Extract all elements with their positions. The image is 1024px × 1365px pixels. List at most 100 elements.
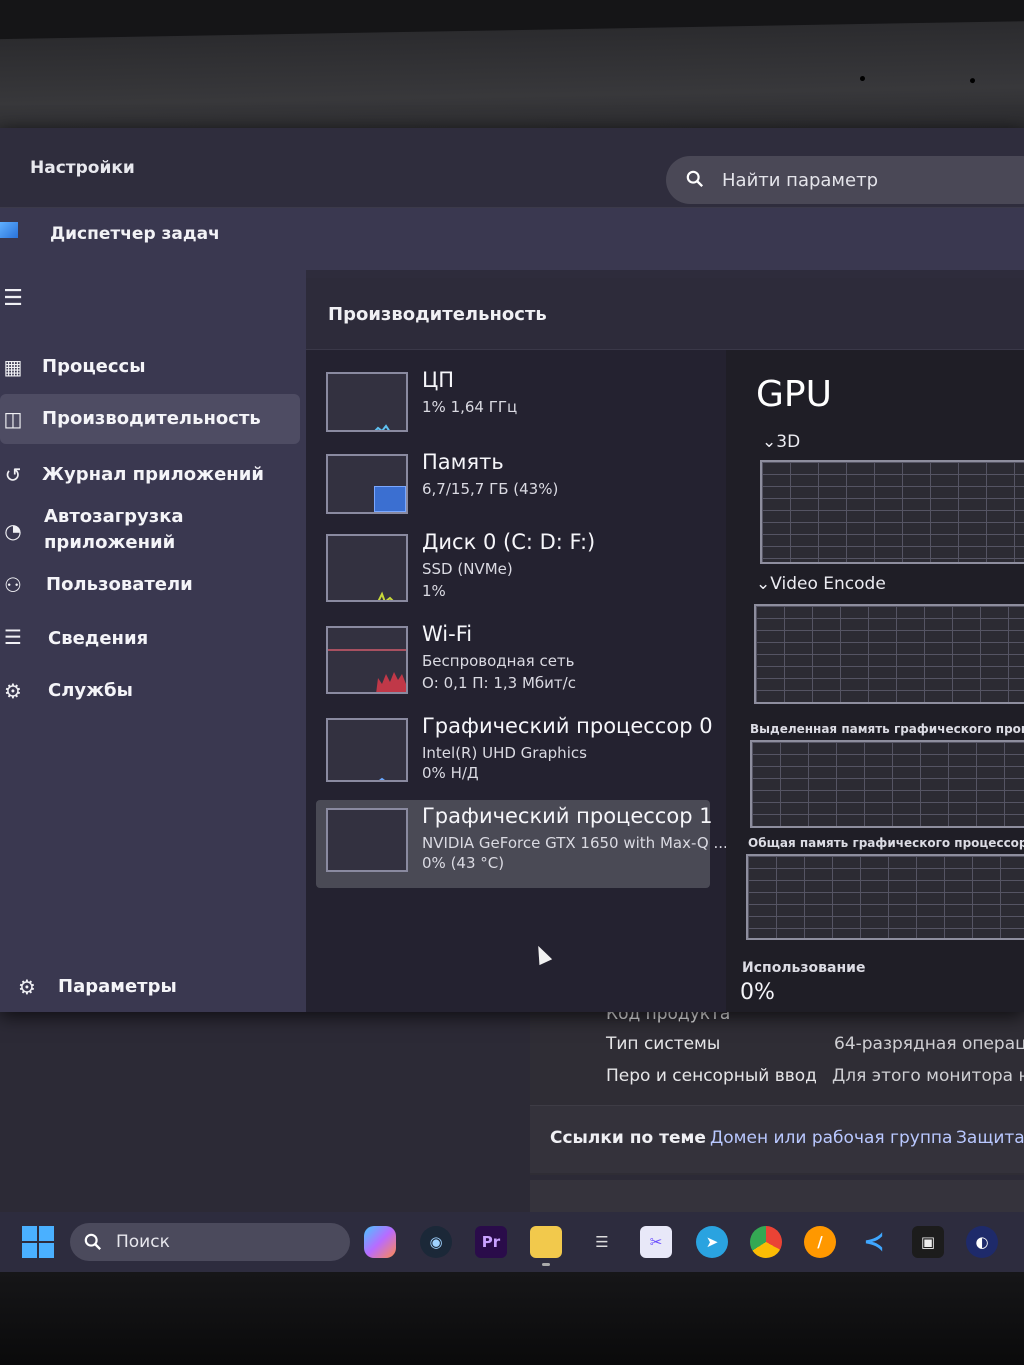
resource-item-memory[interactable]: Память 6,7/15,7 ГБ (43%)	[316, 446, 710, 534]
resource-name: Графический процессор 0	[422, 714, 713, 738]
page-title: Производительность	[328, 304, 547, 325]
resource-item-gpu0[interactable]: Графический процессор 0 Intel(R) UHD Gra…	[316, 710, 713, 798]
resource-stat: О: 0,1 П: 1,3 Мбит/с	[422, 674, 576, 692]
hamburger-icon[interactable]: ☰	[0, 286, 26, 312]
sidebar-item-performance[interactable]: ◫ Производительность	[0, 394, 300, 444]
app-header: Диспетчер задач	[0, 208, 1024, 270]
premiere-icon[interactable]: Pr	[475, 1226, 507, 1258]
sidebar-item-details[interactable]: ☰ Сведения	[0, 612, 300, 662]
chrome-icon[interactable]	[750, 1226, 782, 1258]
bezel-sensor	[860, 75, 865, 82]
graph-selector-3d[interactable]: ⌄3D	[762, 432, 800, 452]
sidebar-item-label: Процессы	[42, 356, 146, 377]
chevron-down-icon: ⌄	[762, 432, 777, 452]
gpu-detail-panel: GPU ⌄3D ⌄Video Encode Выделенная память …	[726, 350, 1024, 1012]
sidebar-item-label: Сведения	[48, 628, 149, 649]
resource-stat: Intel(R) UHD Graphics	[422, 744, 587, 762]
resource-name: ЦП	[422, 368, 455, 392]
gear-icon: ⚙	[18, 975, 36, 999]
search-icon	[686, 170, 704, 188]
sidebar-item-label: Производительность	[42, 408, 261, 429]
sidebar-item-settings[interactable]: ⚙ Параметры	[0, 962, 300, 1012]
row-label: Тип системы	[606, 1034, 721, 1054]
taskbar-search[interactable]: Поиск	[70, 1223, 350, 1261]
sidebar-item-users[interactable]: ⚇ Пользователи	[0, 560, 300, 610]
startup-icon: ◔	[4, 519, 22, 543]
row-value: Для этого монитора нед	[832, 1066, 1024, 1086]
resource-item-wifi[interactable]: Wi-Fi Беспроводная сеть О: 0,1 П: 1,3 Мб…	[316, 618, 710, 706]
sidebar-item-app-history[interactable]: ↺ Журнал приложений	[0, 450, 300, 500]
link-protection[interactable]: Защита с	[956, 1128, 1024, 1148]
dedicated-memory-label: Выделенная память графического процесса	[750, 722, 1024, 736]
resource-list: ЦП 1% 1,64 ГГц Память 6,7/15,7 ГБ (43%)	[306, 350, 728, 1012]
sidebar: ☰ ▦ Процессы ◫ Производительность ↺ Журн…	[0, 270, 306, 1012]
sidebar-item-label: Пользователи	[46, 574, 193, 595]
app-name: Диспетчер задач	[50, 224, 220, 244]
resource-stat: Беспроводная сеть	[422, 652, 575, 670]
file-explorer-icon[interactable]	[530, 1226, 562, 1266]
settings-row-system-type: Тип системы 64-разрядная операцис	[606, 1034, 1024, 1054]
resource-item-cpu[interactable]: ЦП 1% 1,64 ГГц	[316, 364, 710, 452]
windows-start-icon[interactable]	[22, 1226, 54, 1258]
disk-graph-line	[377, 591, 394, 600]
resource-stat: 0% (43 °C)	[422, 854, 505, 872]
resource-name: Память	[422, 450, 504, 474]
task-manager-icon	[0, 222, 18, 238]
settings-title: Настройки	[30, 158, 135, 178]
resource-stat: 1% 1,64 ГГц	[422, 398, 518, 416]
sidebar-item-label: приложений	[44, 532, 176, 553]
graph-label: 3D	[776, 432, 801, 452]
usage-label: Использование	[742, 960, 866, 976]
row-value: 64-разрядная операцис	[834, 1034, 1024, 1054]
resource-item-gpu1[interactable]: Графический процессор 1 NVIDIA GeForce G…	[316, 800, 728, 888]
search-icon	[84, 1233, 102, 1251]
settings-search-input[interactable]: Найти параметр	[666, 156, 1024, 204]
related-links-heading: Ссылки по теме	[550, 1128, 706, 1148]
related-links-bar: Ссылки по теме Домен или рабочая группа …	[530, 1105, 1024, 1173]
resource-stat: 6,7/15,7 ГБ (43%)	[422, 480, 559, 498]
steam-icon[interactable]: ◉	[420, 1226, 452, 1258]
sidebar-item-label: Журнал приложений	[42, 464, 264, 485]
wifi-mini-graph	[326, 626, 408, 694]
cinema4d-icon[interactable]: ◐	[966, 1226, 998, 1258]
mixer-icon[interactable]: ☰	[586, 1226, 618, 1258]
settings-row-pen-touch: Перо и сенсорный ввод Для этого монитора…	[606, 1066, 1024, 1086]
cpu-mini-graph	[326, 372, 408, 432]
snipping-tool-icon[interactable]: ✂	[640, 1226, 672, 1258]
processes-icon: ▦	[3, 355, 23, 379]
resource-name: Wi-Fi	[422, 622, 473, 646]
taskbar-search-label: Поиск	[116, 1232, 170, 1252]
title-bar: Настройки Найти параметр	[0, 128, 1024, 208]
sidebar-item-label: Автозагрузка	[44, 506, 184, 527]
performance-icon: ◫	[3, 407, 23, 431]
resource-name: Графический процессор 1	[422, 804, 713, 828]
telegram-icon[interactable]: ➤	[696, 1226, 728, 1258]
copilot-icon[interactable]	[364, 1226, 396, 1258]
gpu-title: GPU	[756, 374, 832, 415]
desk-surface	[0, 1272, 1024, 1365]
search-placeholder: Найти параметр	[722, 170, 878, 191]
chevron-down-icon: ⌄	[756, 574, 771, 594]
task-manager-window: Настройки Найти параметр Диспетчер задач…	[0, 128, 1024, 1012]
sidebar-item-label: Службы	[48, 680, 133, 701]
link-domain-workgroup[interactable]: Домен или рабочая группа	[710, 1128, 952, 1148]
gpu-3d-graph	[760, 460, 1024, 564]
gpu1-mini-graph	[326, 808, 408, 872]
resource-item-disk[interactable]: Диск 0 (C: D: F:) SSD (NVMe) 1%	[316, 526, 710, 614]
gpu0-mini-graph	[326, 718, 408, 782]
history-icon: ↺	[4, 463, 22, 487]
shared-memory-label: Общая память графического процессора	[748, 836, 1024, 850]
graph-selector-video-encode[interactable]: ⌄Video Encode	[756, 574, 886, 594]
cpu-graph-line	[374, 424, 390, 430]
usage-value: 0%	[740, 980, 775, 1005]
sidebar-item-processes[interactable]: ▦ Процессы	[0, 342, 300, 392]
sidebar-item-services[interactable]: ⚙ Службы	[0, 666, 300, 716]
box-app-icon[interactable]: ▣	[912, 1226, 944, 1258]
sublime-icon[interactable]: ∕	[804, 1226, 836, 1258]
vscode-icon[interactable]: ≺	[858, 1226, 890, 1258]
resource-stat: SSD (NVMe)	[422, 560, 513, 578]
sidebar-item-startup[interactable]: ◔ Автозагрузка приложений	[0, 502, 300, 560]
performance-page: Производительность ЦП 1% 1,64 ГГц Память	[306, 278, 1024, 1012]
gpu0-graph-line	[379, 777, 385, 780]
sidebar-item-label: Параметры	[58, 976, 177, 997]
